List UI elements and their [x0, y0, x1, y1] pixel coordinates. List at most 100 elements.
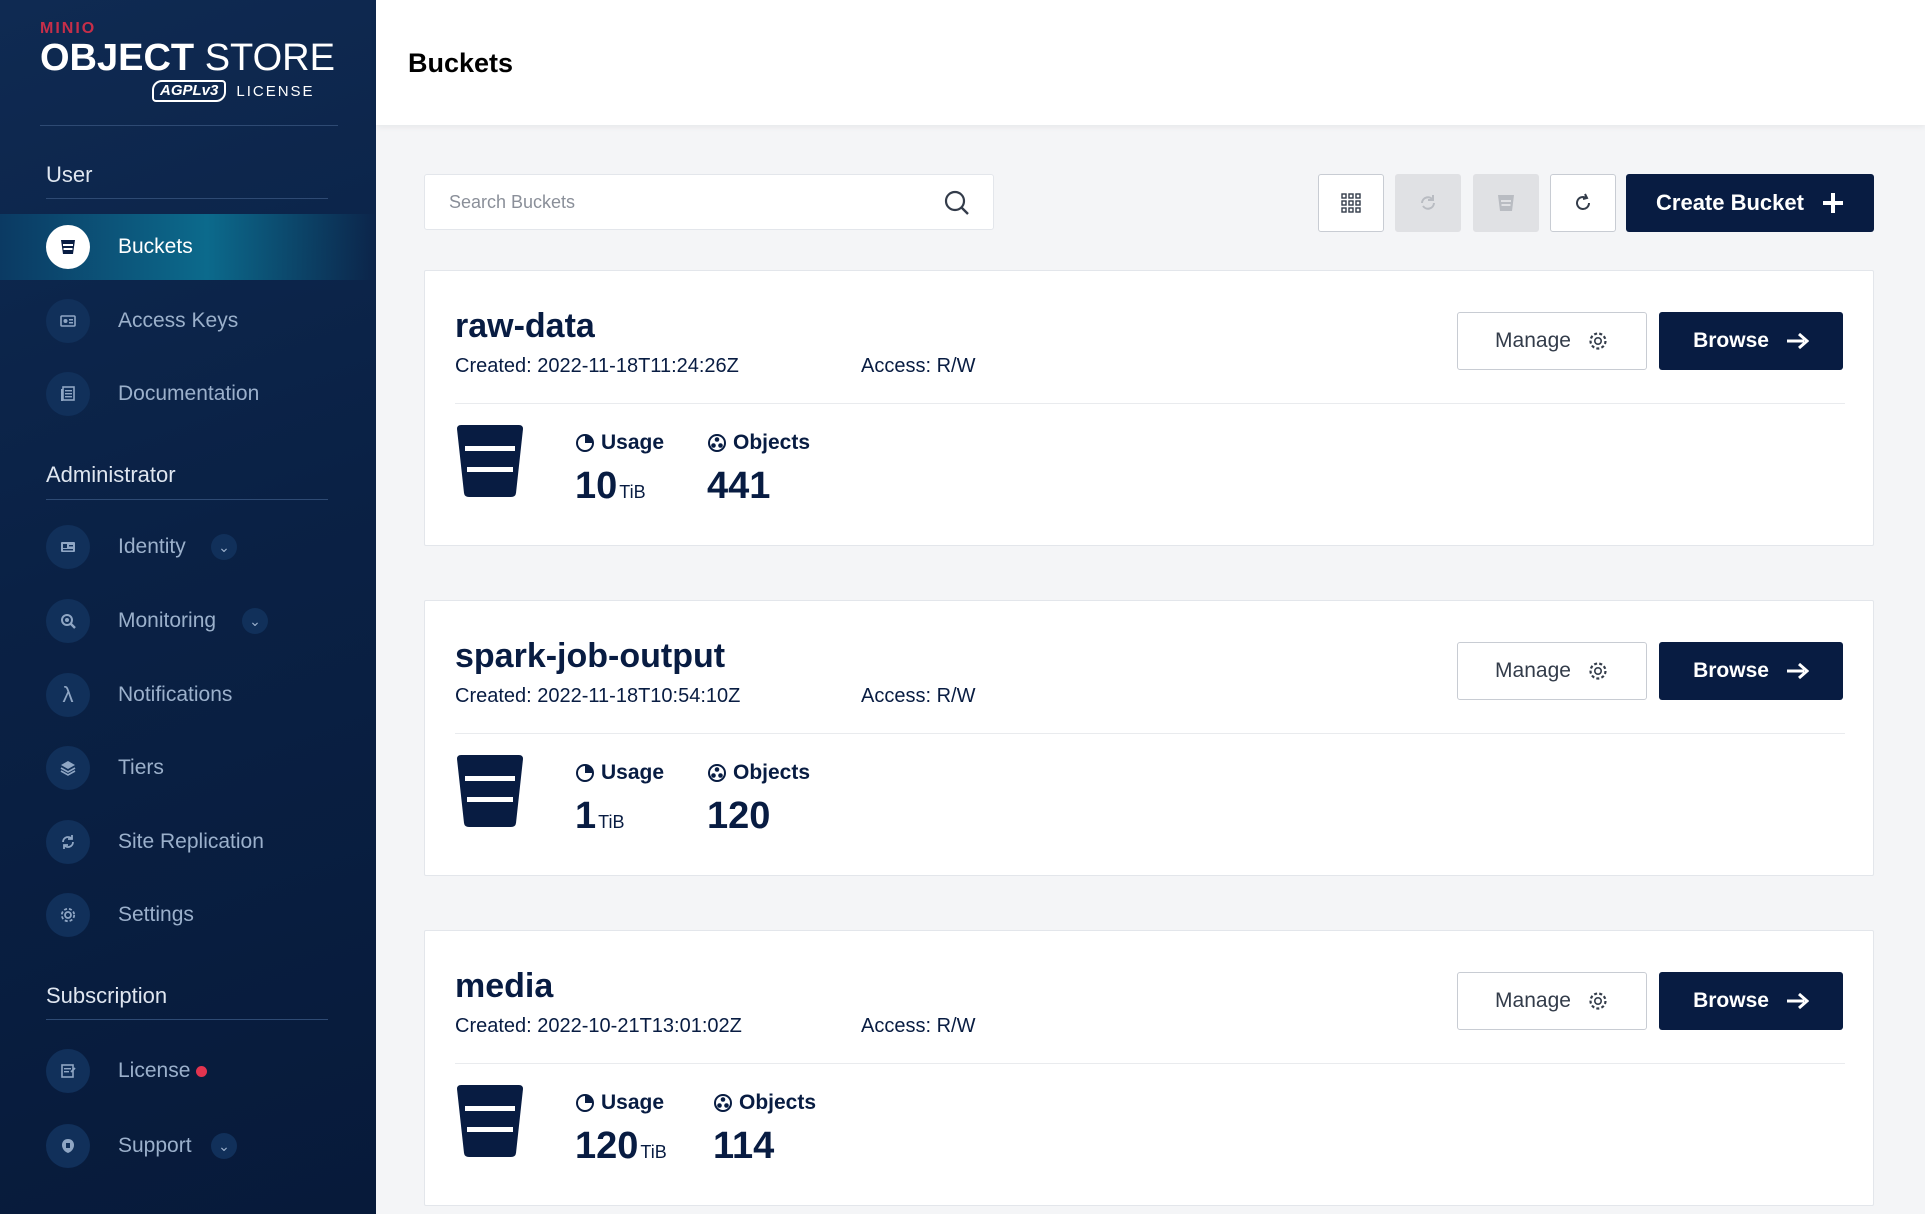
- browse-button[interactable]: Browse: [1659, 312, 1843, 370]
- usage-value-row: 120 TiB: [575, 1125, 667, 1168]
- sidebar-item-label: Monitoring: [118, 609, 217, 632]
- sidebar-item-license[interactable]: License: [0, 1038, 376, 1104]
- sidebar-item-label: Notifications: [118, 683, 233, 706]
- usage-value: 120: [575, 1125, 639, 1167]
- usage-unit: TiB: [619, 482, 646, 502]
- sidebar-item-tiers[interactable]: Tiers: [0, 735, 376, 801]
- browse-button[interactable]: Browse: [1659, 642, 1843, 700]
- agpl-badge: AGPLv3: [152, 80, 227, 102]
- pie-chart-icon: [576, 434, 594, 452]
- logo-product-light: STORE: [204, 37, 335, 79]
- objects-metric: Objects 120: [707, 761, 810, 838]
- replication-icon: [46, 820, 90, 864]
- manage-button[interactable]: Manage: [1457, 642, 1647, 700]
- set-replication-button[interactable]: [1395, 174, 1461, 232]
- chevron-down-icon[interactable]: ⌄: [211, 1133, 237, 1159]
- browse-label: Browse: [1693, 989, 1769, 1012]
- card-divider: [455, 403, 1845, 404]
- usage-metric: Usage 1 TiB: [575, 761, 664, 838]
- bucket-icon: [457, 425, 523, 497]
- sidebar-item-monitoring[interactable]: Monitoring ⌄: [0, 588, 376, 654]
- browse-label: Browse: [1693, 659, 1769, 682]
- bucket-card[interactable]: raw-data Created: 2022-11-18T11:24:26Z A…: [424, 270, 1874, 546]
- gear-icon: [46, 893, 90, 937]
- bucket-created: Created: 2022-10-21T13:01:02Z: [455, 1015, 742, 1037]
- pie-chart-icon: [576, 764, 594, 782]
- manage-button[interactable]: Manage: [1457, 972, 1647, 1030]
- create-bucket-label: Create Bucket: [1656, 190, 1804, 215]
- select-multiple-button[interactable]: [1318, 174, 1384, 232]
- sidebar-item-label: License: [118, 1059, 191, 1082]
- usage-value-row: 1 TiB: [575, 795, 664, 838]
- sidebar-item-label: Settings: [118, 903, 194, 926]
- sidebar-item-identity[interactable]: Identity ⌄: [0, 514, 376, 580]
- id-card-icon: [46, 525, 90, 569]
- section-divider: [46, 1019, 328, 1020]
- objects-metric: Objects 441: [707, 431, 810, 508]
- search-icon[interactable]: [943, 189, 971, 217]
- manage-button[interactable]: Manage: [1457, 312, 1647, 370]
- usage-value-row: 10 TiB: [575, 465, 664, 508]
- support-icon: [46, 1124, 90, 1168]
- page-header: Buckets: [376, 0, 1925, 125]
- usage-label: Usage: [601, 761, 665, 784]
- arrow-right-icon: [1786, 663, 1809, 679]
- search-input[interactable]: [425, 175, 925, 229]
- set-lifecycle-button[interactable]: [1473, 174, 1539, 232]
- usage-value: 1: [575, 795, 597, 837]
- logo-divider: [40, 125, 338, 126]
- section-subscription: Subscription: [46, 983, 168, 1008]
- card-divider: [455, 733, 1845, 734]
- bucket-icon: [46, 225, 90, 269]
- manage-label: Manage: [1495, 989, 1571, 1012]
- gear-icon: [1589, 662, 1607, 680]
- pie-chart-icon: [576, 1094, 594, 1112]
- browse-label: Browse: [1693, 329, 1769, 352]
- license-row: AGPLv3 LICENSE: [152, 80, 315, 102]
- sidebar-item-label: Access Keys: [118, 309, 239, 332]
- create-bucket-button[interactable]: Create Bucket: [1626, 174, 1874, 232]
- sidebar-item-documentation[interactable]: Documentation: [0, 361, 376, 427]
- objects-value: 441: [707, 465, 771, 507]
- bucket-name[interactable]: raw-data: [455, 307, 595, 346]
- bucket-access: Access: R/W: [861, 1015, 976, 1037]
- manage-label: Manage: [1495, 659, 1571, 682]
- objects-label: Objects: [733, 431, 811, 454]
- refresh-button[interactable]: [1550, 174, 1616, 232]
- section-divider: [46, 198, 328, 199]
- layers-icon: [46, 746, 90, 790]
- bucket-card[interactable]: media Created: 2022-10-21T13:01:02Z Acce…: [424, 930, 1874, 1206]
- usage-unit: TiB: [598, 812, 625, 832]
- notification-dot: [196, 1065, 207, 1077]
- usage-label: Usage: [601, 1091, 665, 1114]
- sidebar-item-access-keys[interactable]: Access Keys: [0, 288, 376, 354]
- usage-value: 10: [575, 465, 618, 507]
- chevron-down-icon[interactable]: ⌄: [211, 534, 237, 560]
- license-text: LICENSE: [236, 82, 315, 100]
- sidebar-item-support[interactable]: Support ⌄: [0, 1113, 376, 1179]
- usage-unit: TiB: [640, 1142, 667, 1162]
- key-card-icon: [46, 299, 90, 343]
- sidebar-item-label: Site Replication: [118, 830, 264, 853]
- bucket-name[interactable]: spark-job-output: [455, 637, 725, 676]
- arrow-right-icon: [1786, 333, 1809, 349]
- refresh-icon: [1576, 193, 1590, 210]
- gear-icon: [1589, 992, 1607, 1010]
- sidebar-item-site-replication[interactable]: Site Replication: [0, 809, 376, 875]
- bucket-card[interactable]: spark-job-output Created: 2022-11-18T10:…: [424, 600, 1874, 876]
- lambda-icon: λ: [46, 673, 90, 717]
- section-user: User: [46, 162, 93, 187]
- browse-button[interactable]: Browse: [1659, 972, 1843, 1030]
- sidebar-item-buckets[interactable]: Buckets: [0, 214, 376, 280]
- chevron-down-icon[interactable]: ⌄: [242, 608, 268, 634]
- sidebar-item-label: Documentation: [118, 382, 260, 405]
- minio-logo[interactable]: MINIO OBJECT STORE AGPLv3 LICENSE: [40, 20, 340, 110]
- search-box[interactable]: [424, 174, 994, 230]
- sidebar-item-notifications[interactable]: λ Notifications: [0, 662, 376, 728]
- sidebar-item-settings[interactable]: Settings: [0, 882, 376, 948]
- magnify-icon: [46, 599, 90, 643]
- bucket-name[interactable]: media: [455, 967, 553, 1006]
- arrow-right-icon: [1786, 993, 1809, 1009]
- objects-metric: Objects 114: [713, 1091, 816, 1168]
- manage-label: Manage: [1495, 329, 1571, 352]
